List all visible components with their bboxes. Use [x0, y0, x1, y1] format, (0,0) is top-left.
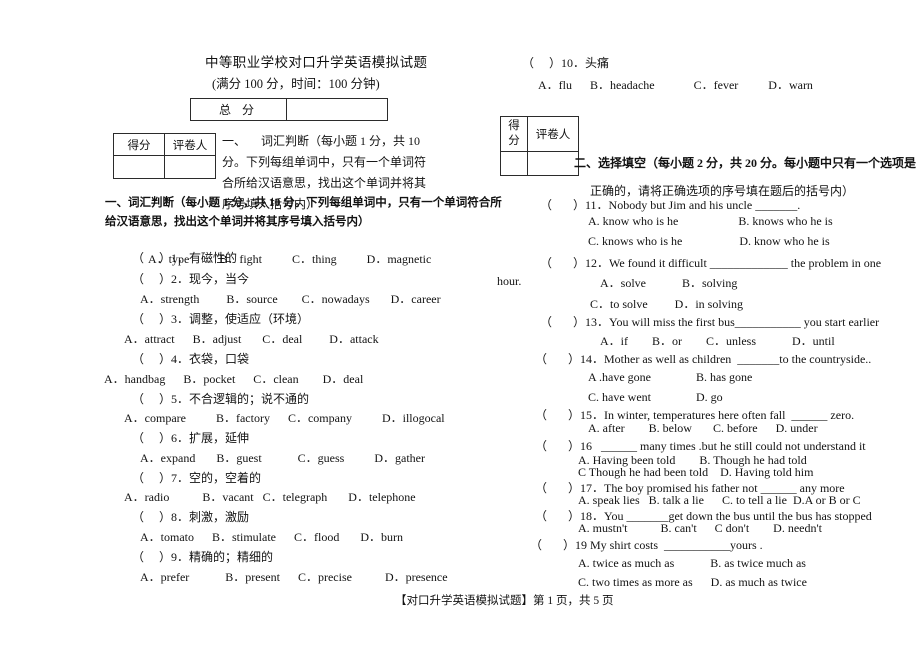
question-options-10[interactable]: A．flu B．headache C．fever D．warn [538, 76, 813, 93]
question-prompt-9: （ ）9．精确的；精细的 [132, 550, 274, 564]
question-options-19-line2[interactable]: C. two times as more as D. as much as tw… [578, 575, 807, 590]
question-options-12-line2[interactable]: C．to solve D．in solving [590, 295, 743, 312]
question-options-5[interactable]: A．compare B．factory C．company D．illogoca… [124, 409, 445, 426]
page-subtitle: (满分 100 分，时间：100 分钟) [212, 77, 380, 91]
section-2-header-line1: 二、选择填空（每小题 2 分，共 20 分。每小题中只有一个选项是 [562, 139, 916, 186]
score-box-section-1: 得分 评卷人 [113, 133, 216, 179]
grader-value-cell[interactable] [164, 155, 216, 179]
total-score-table: 总 分 [190, 98, 388, 121]
question-prompt-11: （ ）11．Nobody but Jim and his uncle _____… [540, 198, 801, 212]
question-prompt-4: （ ）4．衣袋，口袋 [132, 352, 250, 366]
question-prompt-3: （ ）3．调整，使适应（环境） [132, 312, 310, 326]
score-value-cell[interactable] [500, 151, 528, 176]
section-1-header-repeat: 一、词汇判断（每小题 1 分，共 10 分。下列每组单词中，只有一个单词符合所给… [105, 197, 502, 228]
question-options-7[interactable]: A．radio B．vacant C．telegraph D．telephone [124, 488, 416, 505]
question-prompt-6: （ ）6．扩展，延伸 [132, 431, 250, 445]
section-2-header-text: 二、选择填空（每小题 2 分，共 20 分。每小题中只有一个选项是 [574, 156, 917, 170]
question-options-11-line2[interactable]: C. knows who is he D. know who he is [588, 234, 830, 249]
question-options-11-line1[interactable]: A. know who is he B. knows who he is [588, 214, 833, 229]
question-options-4[interactable]: A．handbag B．pocket C．clean D．deal [104, 370, 363, 387]
question-options-12-line1[interactable]: A．solve B．solving [600, 274, 737, 291]
page-title: 中等职业学校对口升学英语模拟试题 [205, 55, 428, 70]
question-options-17-line1[interactable]: A. speak lies B. talk a lie C. to tell a… [578, 493, 861, 508]
exam-page: 中等职业学校对口升学英语模拟试题 (满分 100 分，时间：100 分钟) 总 … [0, 0, 920, 650]
score-header-text: 得 分 [508, 120, 520, 147]
total-score-value[interactable] [286, 98, 388, 121]
question-options-1[interactable]: A．type B．fight C．thing D．magnetic [148, 250, 431, 267]
grader-header-cell: 评卷人 [164, 133, 216, 156]
question-options-15-line1[interactable]: A. after B. below C. before D. under [588, 421, 818, 436]
question-prompt-10: （ ）10．头痛 [522, 56, 610, 70]
question-prompt-14: （ ）14．Mother as well as children _______… [535, 352, 872, 366]
question-options-14-line2[interactable]: C. have went D. go [588, 390, 723, 405]
question-options-9[interactable]: A．prefer B．present C．precise D．presence [140, 568, 448, 585]
table-row: 得分 评卷人 [113, 133, 216, 156]
question-prompt-5: （ ）5．不合逻辑的；说不通的 [132, 392, 310, 406]
page-footer: 【对口升学英语模拟试题】第 1 页，共 5 页 [395, 595, 614, 607]
question-options-6[interactable]: A．expand B．guest C．guess D．gather [140, 449, 425, 466]
table-row [113, 155, 216, 179]
question-prompt-12-continuation: hour. [497, 274, 522, 288]
question-prompt-2: （ ）2．现今，当今 [132, 272, 250, 286]
question-options-19-line1[interactable]: A. twice as much as B. as twice much as [578, 556, 806, 571]
question-options-2[interactable]: A．strength B．source C．nowadays D．career [140, 290, 441, 307]
question-options-14-line1[interactable]: A .have gone B. has gone [588, 370, 752, 385]
table-row: 总 分 [190, 98, 388, 121]
question-prompt-7: （ ）7．空的，空着的 [132, 471, 262, 485]
question-prompt-13: （ ）13．You will miss the first bus_______… [540, 315, 880, 329]
question-options-3[interactable]: A．attract B．adjust C．deal D．attack [124, 330, 379, 347]
question-options-13-line1[interactable]: A．if B．or C．unless D．until [600, 332, 835, 349]
score-header-cell: 得 分 [500, 116, 528, 152]
question-options-18-line1[interactable]: A. mustn't B. can't C don't D. needn't [578, 521, 822, 536]
question-options-8[interactable]: A．tomato B．stimulate C．flood D．burn [140, 528, 403, 545]
question-options-16-line2[interactable]: C Though he had been told D. Having told… [578, 465, 813, 480]
question-prompt-16: （ ）16 ______ many times .but he still co… [535, 439, 866, 453]
question-prompt-12: （ ）12．We found it difficult ____________… [540, 256, 882, 270]
total-score-label: 总 分 [190, 98, 287, 121]
question-prompt-19: （ ）19 My shirt costs ___________yours . [530, 538, 763, 552]
question-prompt-8: （ ）8．刺激，激励 [132, 510, 250, 524]
score-header-cell: 得分 [113, 133, 165, 156]
score-value-cell[interactable] [113, 155, 165, 179]
